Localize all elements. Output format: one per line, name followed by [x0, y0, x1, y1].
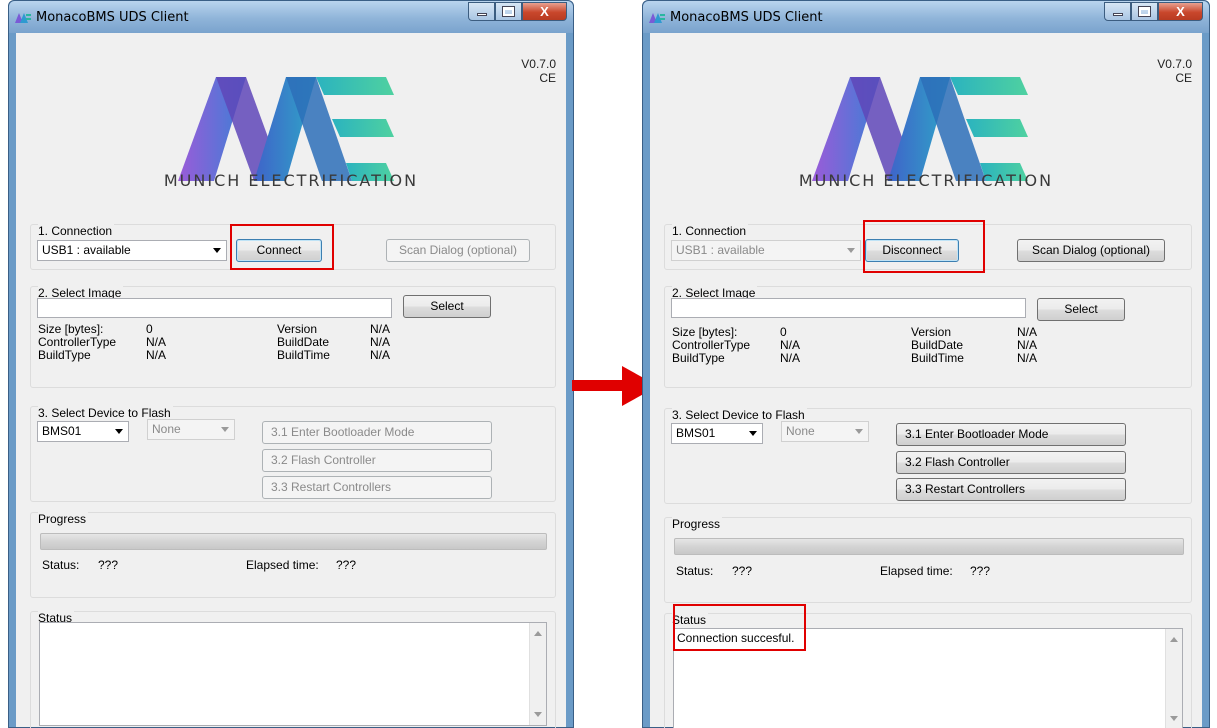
progress-bar	[674, 538, 1184, 555]
select-device-group: 3. Select Device to Flash BMS01 None 3.1…	[664, 408, 1192, 504]
elapsed-caption: Elapsed time:	[246, 558, 319, 572]
close-icon: X	[540, 4, 549, 19]
maximize-button[interactable]	[1131, 2, 1158, 21]
highlight-connect	[230, 224, 334, 270]
scroll-down-icon	[534, 712, 542, 717]
build-time-value: N/A	[370, 348, 391, 362]
status-scrollbar[interactable]	[529, 623, 546, 725]
build-type-value: N/A	[780, 351, 801, 365]
title-bar[interactable]: MonacoBMS UDS Client X	[643, 1, 1209, 33]
close-button[interactable]: X	[1158, 2, 1203, 21]
select-image-group: 2. Select Image Select Size [bytes]: 0 C…	[30, 286, 556, 388]
build-time-label: BuildTime	[277, 348, 330, 362]
select-image-button[interactable]: Select	[403, 295, 491, 318]
highlight-disconnect	[863, 220, 985, 273]
window-title: MonacoBMS UDS Client	[670, 10, 823, 25]
elapsed-caption: Elapsed time:	[880, 564, 953, 578]
select-device-label: 3. Select Device to Flash	[672, 408, 807, 422]
enter-bootloader-button[interactable]: 3.1 Enter Bootloader Mode	[262, 421, 492, 444]
brand-text: MUNICH ELECTRIFICATION	[163, 171, 419, 190]
close-button[interactable]: X	[522, 2, 567, 21]
chevron-down-icon	[213, 248, 221, 253]
minimize-icon	[476, 13, 487, 16]
scan-dialog-button[interactable]: Scan Dialog (optional)	[386, 239, 530, 262]
status-caption: Status:	[676, 564, 714, 578]
me-logo	[812, 77, 1028, 181]
client-area: V0.7.0 CE MUNICH ELECTRIFICATION 1. Conn…	[16, 33, 566, 728]
scroll-down-icon	[1170, 716, 1178, 721]
connection-label: 1. Connection	[672, 224, 749, 238]
maximize-icon	[1138, 6, 1151, 17]
chevron-down-icon	[221, 427, 229, 432]
maximize-icon	[502, 6, 515, 17]
me-logo	[178, 77, 394, 181]
restart-controllers-button[interactable]: 3.3 Restart Controllers	[262, 476, 492, 499]
progress-group: Progress Status: ??? Elapsed time: ???	[30, 512, 556, 598]
status-caption: Status:	[42, 558, 80, 572]
progress-label: Progress	[38, 512, 89, 526]
brand-text: MUNICH ELECTRIFICATION	[798, 171, 1054, 190]
port-combobox[interactable]: USB1 : available	[37, 240, 227, 261]
restart-controllers-button[interactable]: 3.3 Restart Controllers	[896, 478, 1126, 501]
maximize-button[interactable]	[495, 2, 522, 21]
device-combobox[interactable]: BMS01	[671, 423, 763, 444]
build-time-value: N/A	[1017, 351, 1038, 365]
build-type-value: N/A	[146, 348, 167, 362]
progress-group: Progress Status: ??? Elapsed time: ???	[664, 517, 1192, 603]
select-image-group: 2. Select Image Select Size [bytes]: 0 C…	[664, 286, 1192, 388]
scroll-up-icon	[534, 631, 542, 636]
version-label: V0.7.0 CE	[521, 57, 556, 85]
chevron-down-icon	[749, 431, 757, 436]
window-controls: X	[1104, 2, 1203, 22]
build-type-label: BuildType	[672, 351, 725, 365]
connection-label: 1. Connection	[38, 224, 115, 238]
select-device-group: 3. Select Device to Flash BMS01 None 3.1…	[30, 406, 556, 502]
chevron-down-icon	[115, 429, 123, 434]
minimize-button[interactable]	[468, 2, 495, 21]
window-title: MonacoBMS UDS Client	[36, 10, 189, 25]
device-combobox[interactable]: BMS01	[37, 421, 129, 442]
elapsed-value: ???	[970, 564, 991, 578]
status-log[interactable]	[39, 622, 547, 726]
app-icon	[649, 13, 665, 23]
window-before: MonacoBMS UDS Client X V0.7.0 CE MUNICH …	[8, 0, 574, 728]
progress-label: Progress	[672, 517, 723, 531]
elapsed-value: ???	[336, 558, 357, 572]
chevron-down-icon	[847, 248, 855, 253]
minimize-button[interactable]	[1104, 2, 1131, 21]
close-icon: X	[1176, 4, 1185, 19]
progress-bar	[40, 533, 547, 550]
status-scrollbar[interactable]	[1165, 629, 1182, 728]
highlight-status-message	[673, 604, 806, 651]
status-value: ???	[98, 558, 119, 572]
enter-bootloader-button[interactable]: 3.1 Enter Bootloader Mode	[896, 423, 1126, 446]
image-path-input[interactable]	[671, 298, 1026, 318]
scroll-up-icon	[1170, 637, 1178, 642]
app-icon	[15, 13, 31, 23]
title-bar[interactable]: MonacoBMS UDS Client X	[9, 1, 573, 33]
status-group: Status	[30, 611, 556, 728]
image-path-input[interactable]	[37, 298, 392, 318]
build-time-label: BuildTime	[911, 351, 964, 365]
select-image-button[interactable]: Select	[1037, 298, 1125, 321]
build-type-label: BuildType	[38, 348, 91, 362]
sub-device-combobox[interactable]: None	[781, 421, 869, 442]
window-controls: X	[468, 2, 567, 22]
flash-controller-button[interactable]: 3.2 Flash Controller	[896, 451, 1126, 474]
select-device-label: 3. Select Device to Flash	[38, 406, 173, 420]
port-combobox[interactable]: USB1 : available	[671, 240, 861, 261]
version-label: V0.7.0 CE	[1157, 57, 1192, 85]
sub-device-combobox[interactable]: None	[147, 419, 235, 440]
scan-dialog-button[interactable]: Scan Dialog (optional)	[1017, 239, 1165, 262]
status-value: ???	[732, 564, 753, 578]
minimize-icon	[1112, 13, 1123, 16]
flash-controller-button[interactable]: 3.2 Flash Controller	[262, 449, 492, 472]
chevron-down-icon	[855, 429, 863, 434]
